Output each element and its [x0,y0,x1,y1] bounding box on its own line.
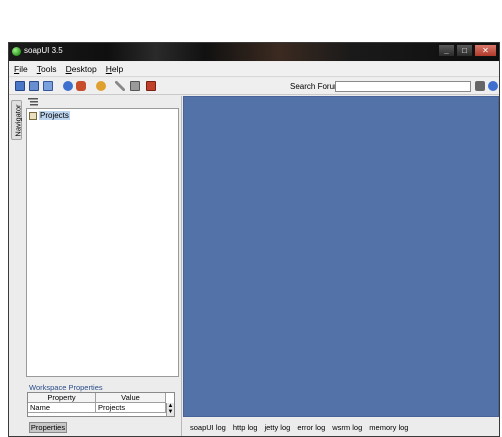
soapui-logo-icon [12,47,21,56]
desktop-area[interactable] [183,96,499,417]
window-title: soapUI 3.5 [24,46,63,55]
menu-bar: File Tools Desktop Help [9,62,499,77]
preferences-icon[interactable] [130,81,140,91]
tab-wsrm-log[interactable]: wsrm log [332,423,362,432]
navigator-toolbar [28,98,38,108]
tab-error-log[interactable]: error log [297,423,325,432]
table-header: Property Value [28,393,174,403]
close-button[interactable]: ✕ [474,44,497,57]
workspace-icon [29,111,37,120]
column-header-value[interactable]: Value [96,393,166,403]
log-tabs-bar: soapUI log http log jetty log error log … [183,418,499,436]
save-all-icon[interactable] [43,81,53,91]
search-forum-label: Search Forum [290,82,341,91]
tools-icon[interactable] [115,81,125,91]
navigator-tab[interactable]: Navigator [11,100,23,140]
app-window: soapUI 3.5 _ □ ✕ File Tools Desktop Help… [8,42,500,437]
menu-file[interactable]: File [14,64,28,74]
properties-scrollbar[interactable]: ▲ ▼ [166,403,174,416]
exit-icon[interactable] [146,81,156,91]
tab-http-log[interactable]: http log [233,423,258,432]
properties-table: Property Value Name Projects ▲ ▼ [27,392,175,417]
column-header-property[interactable]: Property [28,393,96,403]
navigator-tab-label: Navigator [13,104,23,137]
new-project-icon[interactable] [15,81,25,91]
title-bar[interactable]: soapUI 3.5 _ □ ✕ [9,43,499,61]
tab-jetty-log[interactable]: jetty log [264,423,290,432]
search-go-icon[interactable] [475,81,485,91]
cell-property: Name [28,403,96,413]
properties-button[interactable]: Properties [29,422,67,433]
window-controls: _ □ ✕ [437,44,497,57]
info-icon[interactable] [488,81,498,91]
minimize-button[interactable]: _ [438,44,455,57]
menu-help[interactable]: Help [106,64,123,74]
tab-memory-log[interactable]: memory log [369,423,408,432]
workspace-properties-title: Workspace Properties [29,383,103,392]
project-tree[interactable]: Projects [26,108,179,377]
navigator-panel: Projects Workspace Properties Property V… [24,96,181,436]
plugin-icon[interactable] [76,81,86,91]
search-forum-input[interactable] [335,81,471,92]
maximize-button[interactable]: □ [456,44,473,57]
monitor-icon[interactable] [96,81,106,91]
tree-item-label: Projects [39,111,70,120]
collapse-all-icon[interactable] [28,98,38,106]
help-icon[interactable] [63,81,73,91]
tab-soapui-log[interactable]: soapUI log [190,423,226,432]
menu-tools[interactable]: Tools [37,64,57,74]
tree-item-projects[interactable]: Projects [29,111,70,120]
main-toolbar: Search Forum [9,78,499,95]
left-tab-strip: Navigator [9,96,24,436]
menu-desktop[interactable]: Desktop [66,64,97,74]
table-row[interactable]: Name Projects [28,403,174,413]
panel-splitter[interactable] [181,96,182,436]
import-icon[interactable] [29,81,39,91]
cell-value[interactable]: Projects [96,403,166,413]
